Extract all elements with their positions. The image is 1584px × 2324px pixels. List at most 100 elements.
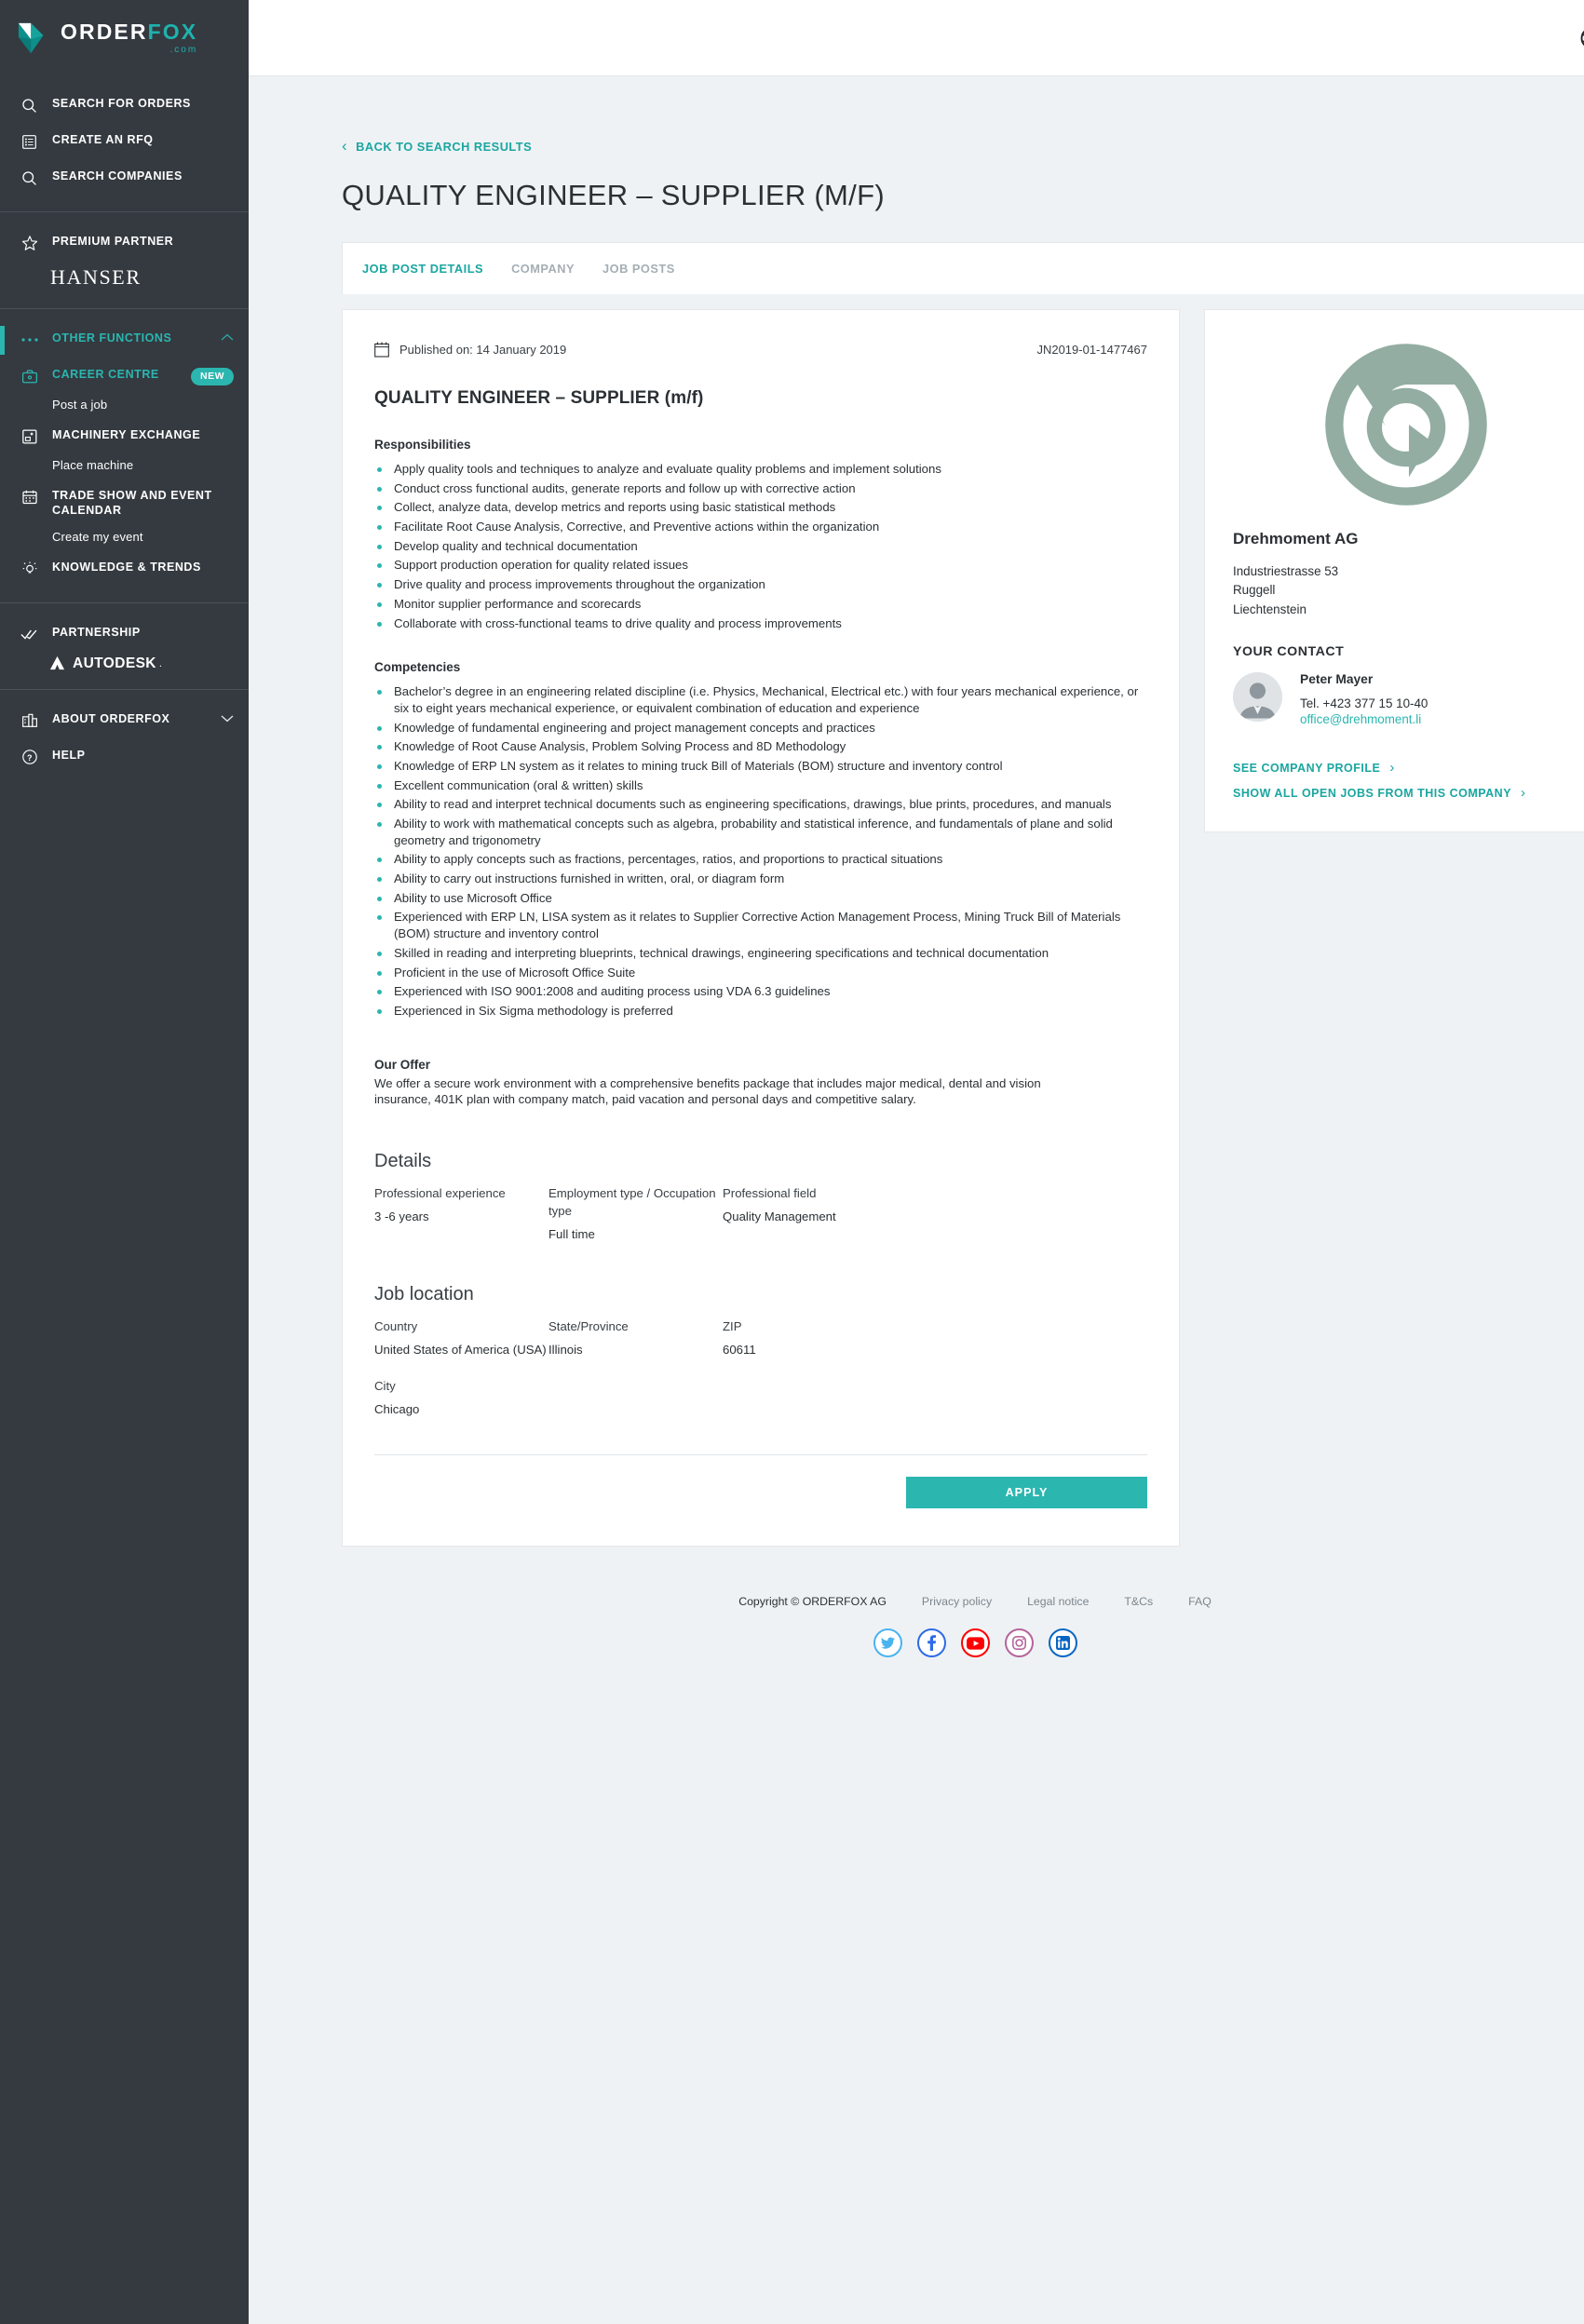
field-label: Country (374, 1318, 418, 1333)
footer-link-legal-notice[interactable]: Legal notice (1027, 1595, 1089, 1608)
list-item: Collaborate with cross-functional teams … (374, 615, 1147, 632)
sidebar-item-machinery-exchange[interactable]: MACHINERY EXCHANGE (0, 419, 249, 455)
tab-job-post-details[interactable]: JOB POST DETAILS (362, 262, 483, 276)
autodesk-text: AUTODESK (73, 655, 156, 671)
twitter-icon[interactable] (873, 1628, 902, 1658)
footer-link-tcs[interactable]: T&Cs (1124, 1595, 1153, 1608)
logo[interactable]: ORDERFOX .com (0, 0, 249, 76)
sidebar-item-premium-partner[interactable]: PREMIUM PARTNER (0, 225, 249, 262)
list-item: Collect, analyze data, develop metrics a… (374, 499, 1147, 516)
contact-email-link[interactable]: office@drehmoment.li (1300, 712, 1428, 726)
apply-button[interactable]: APPLY (906, 1477, 1147, 1509)
list-item: Knowledge of fundamental engineering and… (374, 720, 1147, 736)
svg-text:?: ? (27, 753, 33, 763)
sidebar-item-label: SEARCH COMPANIES (52, 169, 183, 182)
competencies-heading: Competencies (374, 660, 461, 675)
footer-link-privacy-policy[interactable]: Privacy policy (922, 1595, 992, 1608)
location-field: State/Province Illinois (548, 1317, 723, 1357)
location-grid-row-1: Country United States of America (USA) S… (374, 1317, 1147, 1357)
instagram-icon[interactable] (1004, 1628, 1034, 1658)
footer: Copyright © ORDERFOX AG Privacy policy L… (342, 1547, 1584, 1685)
tab-company[interactable]: COMPANY (511, 262, 575, 276)
field-label: Professional field (723, 1185, 817, 1200)
list-item: Develop quality and technical documentat… (374, 538, 1147, 555)
published-on-label: Published on: 14 January 2019 (399, 343, 567, 357)
details-grid: Professional experience 3 -6 years Emplo… (374, 1184, 1147, 1241)
sidebar-group-about: ABOUT ORDERFOX ? HELP (0, 689, 249, 790)
field-label: ZIP (723, 1318, 742, 1333)
apply-row: APPLY (374, 1477, 1147, 1509)
list-item: Ability to read and interpret technical … (374, 796, 1147, 813)
location-field: Country United States of America (USA) (374, 1317, 548, 1357)
responsibilities-list: Apply quality tools and techniques to an… (374, 461, 1147, 631)
chevron-left-icon: ‹ (342, 137, 348, 155)
sidebar-item-label: CREATE AN RFQ (52, 133, 154, 146)
chevron-down-icon (221, 712, 234, 725)
tab-job-posts[interactable]: JOB POSTS (602, 262, 675, 276)
list-item: Ability to use Microsoft Office (374, 890, 1147, 907)
ellipsis-icon (20, 331, 39, 349)
sidebar-subitem-place-machine[interactable]: Place machine (0, 455, 249, 480)
list-item: Ability to work with mathematical concep… (374, 816, 1147, 848)
see-company-profile-link[interactable]: SEE COMPANY PROFILE › (1233, 761, 1579, 775)
question-circle-icon: ? (20, 748, 39, 766)
detail-field: Employment type / Occupation type Full t… (548, 1184, 723, 1241)
star-icon (20, 234, 39, 252)
list-document-icon (20, 132, 39, 151)
briefcase-icon (20, 367, 39, 385)
show-all-open-jobs-link[interactable]: SHOW ALL OPEN JOBS FROM THIS COMPANY › (1233, 786, 1579, 800)
contact-heading: YOUR CONTACT (1233, 644, 1345, 660)
field-label: State/Province (548, 1318, 629, 1333)
orderfox-logo-mark (18, 22, 44, 54)
responsibilities-heading: Responsibilities (374, 438, 471, 452)
search-icon (20, 169, 39, 187)
footer-link-faq[interactable]: FAQ (1188, 1595, 1212, 1608)
footer-socials (342, 1628, 1584, 1658)
sidebar-item-trade-show-event-calendar[interactable]: TRADE SHOW AND EVENT CALENDAR (0, 480, 249, 527)
youtube-icon[interactable] (960, 1628, 990, 1658)
sidebar-item-help[interactable]: ? HELP (0, 739, 249, 776)
list-item: Conduct cross functional audits, generat… (374, 480, 1147, 497)
job-post-card: Published on: 14 January 2019 JN2019-01-… (342, 309, 1180, 1547)
list-item: Proficient in the use of Microsoft Offic… (374, 965, 1147, 981)
sidebar-item-career-centre[interactable]: CAREER CENTRE NEW (0, 358, 249, 395)
field-value: Chicago (374, 1402, 420, 1417)
double-check-icon (20, 625, 39, 643)
calendar-icon (374, 342, 389, 358)
page-title: QUALITY ENGINEER – SUPPLIER (M/F) (342, 179, 885, 211)
logo-primary: ORDER (61, 20, 148, 44)
sidebar-subitem-post-a-job[interactable]: Post a job (0, 395, 249, 419)
linkedin-icon[interactable] (1048, 1628, 1077, 1658)
chevron-up-icon (221, 331, 234, 345)
sidebar-item-about-orderfox[interactable]: ABOUT ORDERFOX (0, 703, 249, 739)
sidebar-item-label: TRADE SHOW AND EVENT CALENDAR (52, 489, 212, 517)
facebook-icon[interactable] (916, 1628, 946, 1658)
sidebar-item-other-functions[interactable]: OTHER FUNCTIONS (0, 322, 249, 358)
detail-field: Professional field Quality Management (723, 1184, 897, 1241)
sidebar-item-create-an-rfq[interactable]: CREATE AN RFQ (0, 124, 249, 160)
list-item: Experienced with ISO 9001:2008 and audit… (374, 983, 1147, 1000)
link-label: SHOW ALL OPEN JOBS FROM THIS COMPANY (1233, 786, 1512, 800)
field-value: Illinois (548, 1343, 583, 1358)
sidebar-item-partnership[interactable]: PARTNERSHIP (0, 616, 249, 653)
globe-icon[interactable] (1579, 26, 1584, 50)
sidebar-item-knowledge-trends[interactable]: KNOWLEDGE & TRENDS (0, 551, 249, 588)
sidebar-subitem-create-my-event[interactable]: Create my event (0, 527, 249, 551)
contact-person: Peter Mayer Tel. +423 377 15 10-40 offic… (1233, 672, 1579, 726)
footer-copyright: Copyright © ORDERFOX AG (738, 1595, 887, 1609)
sidebar-group-other-functions: OTHER FUNCTIONS CAREER CENTRE NEW Post a… (0, 308, 249, 602)
published-on: Published on: 14 January 2019 (374, 342, 566, 358)
lightbulb-icon (20, 560, 39, 578)
company-address: Industriestrasse 53 Ruggell Liechtenstei… (1233, 562, 1579, 619)
machine-icon (20, 427, 39, 446)
field-value: United States of America (USA) (374, 1343, 547, 1358)
location-field: ZIP 60611 (723, 1317, 897, 1357)
contact-details: Peter Mayer Tel. +423 377 15 10-40 offic… (1300, 672, 1428, 726)
tab-bar: JOB POST DETAILS COMPANY JOB POSTS (342, 242, 1584, 294)
address-line: Ruggell (1233, 583, 1276, 598)
offer-heading: Our Offer (374, 1057, 431, 1072)
back-to-search-results-link[interactable]: ‹ BACK TO SEARCH RESULTS (342, 76, 1584, 154)
topbar (249, 0, 1584, 76)
sidebar-item-search-for-orders[interactable]: SEARCH FOR ORDERS (0, 88, 249, 124)
sidebar-item-search-companies[interactable]: SEARCH COMPANIES (0, 160, 249, 196)
